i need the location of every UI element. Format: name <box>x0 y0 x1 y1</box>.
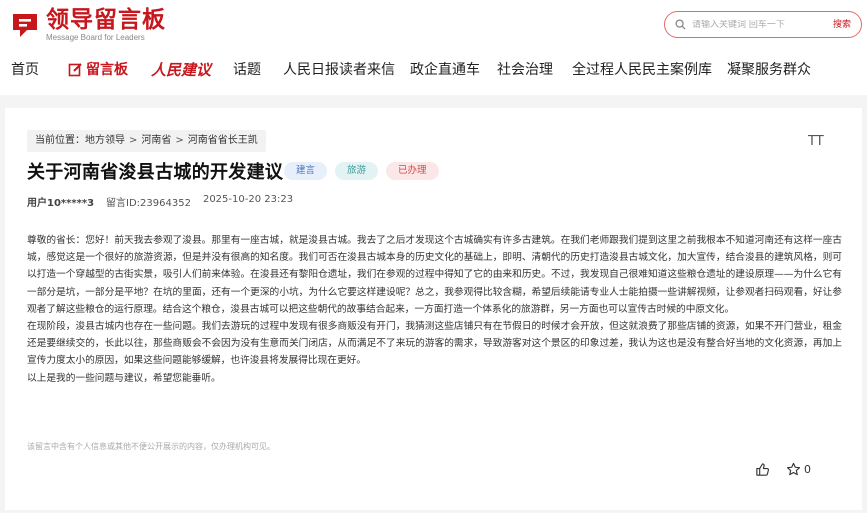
breadcrumb: 当前位置： 地方领导 > 河南省 > 河南省省长王凯 <box>27 130 266 152</box>
message-id: 留言ID:23964352 <box>106 198 191 209</box>
post-datetime: 2025-10-20 23:23 <box>202 194 294 205</box>
post-tags: 建言 旅游 已办理 <box>284 162 447 180</box>
site-logo[interactable]: 领导留言板 Message Board for Leaders <box>10 8 166 43</box>
tag-suggestion: 建言 <box>284 162 328 180</box>
tag-tourism: 旅游 <box>335 162 379 180</box>
search-button[interactable]: 搜索 <box>833 17 851 30</box>
nav-people-suggestion[interactable]: 人民建议 <box>151 58 211 82</box>
nav-message-board[interactable]: 留言板 <box>68 58 128 82</box>
breadcrumb-separator: > <box>129 135 138 146</box>
search-icon <box>675 19 686 30</box>
message-board-icon <box>68 63 82 77</box>
logo-icon <box>13 13 37 37</box>
nav-message-board-label: 留言板 <box>86 62 128 78</box>
logo-title: 领导留言板 <box>46 7 166 33</box>
breadcrumb-prefix: 当前位置： <box>35 135 85 146</box>
star-icon <box>786 462 801 476</box>
like-button[interactable] <box>755 462 770 477</box>
nav-enterprise-channel[interactable]: 政企直通车 <box>410 58 480 82</box>
top-header: 领导留言板 Message Board for Leaders 搜索 首页 留言… <box>0 0 867 95</box>
nav-social-governance[interactable]: 社会治理 <box>497 58 553 82</box>
post-content: 尊敬的省长：您好！前天我去参观了浚县。那里有一座古城，就是浚县古城。我去了之后才… <box>27 232 842 387</box>
breadcrumb-separator: > <box>175 135 184 146</box>
privacy-note: 该留言中含有个人信息或其他不便公开展示的内容，仅办理机构可见。 <box>27 442 275 451</box>
thumbs-up-icon <box>756 463 770 476</box>
nav-home[interactable]: 首页 <box>11 58 39 82</box>
breadcrumb-item-governor[interactable]: 河南省省长王凯 <box>188 130 258 152</box>
font-size-icon[interactable]: TT <box>808 134 824 149</box>
nav-reader-letters[interactable]: 人民日报读者来信 <box>283 58 395 82</box>
search-box: 搜索 <box>664 11 862 38</box>
nav-serve-masses[interactable]: 凝聚服务群众 <box>727 58 811 82</box>
breadcrumb-item-henan[interactable]: 河南省 <box>141 130 171 152</box>
content-paragraph: 尊敬的省长：您好！前天我去参观了浚县。那里有一座古城，就是浚县古城。我去了之后才… <box>27 235 842 315</box>
post-actions: 0 <box>755 462 811 477</box>
post-meta: 用户10*****3 留言ID:23964352 2025-10-20 23:2… <box>27 194 305 209</box>
status-badge: 已办理 <box>386 162 439 180</box>
nav-topics[interactable]: 话题 <box>233 58 261 82</box>
nav-democracy-cases[interactable]: 全过程人民民主案例库 <box>572 58 712 82</box>
content-paragraph: 在现阶段，浚县古城内也存在一些问题。我们去游玩的过程中发现有很多商贩没有开门，我… <box>27 321 842 367</box>
message-detail-card: 当前位置： 地方领导 > 河南省 > 河南省省长王凯 TT 关于河南省浚县古城的… <box>5 108 862 510</box>
post-user: 用户10*****3 <box>27 198 95 209</box>
main-nav: 首页 留言板 人民建议 话题 人民日报读者来信 政企直通车 社会治理 全过程人民… <box>0 58 867 82</box>
logo-subtitle: Message Board for Leaders <box>46 33 145 42</box>
favorite-count: 0 <box>804 463 811 476</box>
search-input[interactable] <box>692 19 812 30</box>
favorite-button[interactable]: 0 <box>786 462 811 477</box>
content-paragraph: 以上是我的一些问题与建议，希望您能垂听。 <box>27 372 221 384</box>
breadcrumb-item-local-leaders[interactable]: 地方领导 <box>85 130 125 152</box>
post-title: 关于河南省浚县古城的开发建议 <box>27 162 284 183</box>
